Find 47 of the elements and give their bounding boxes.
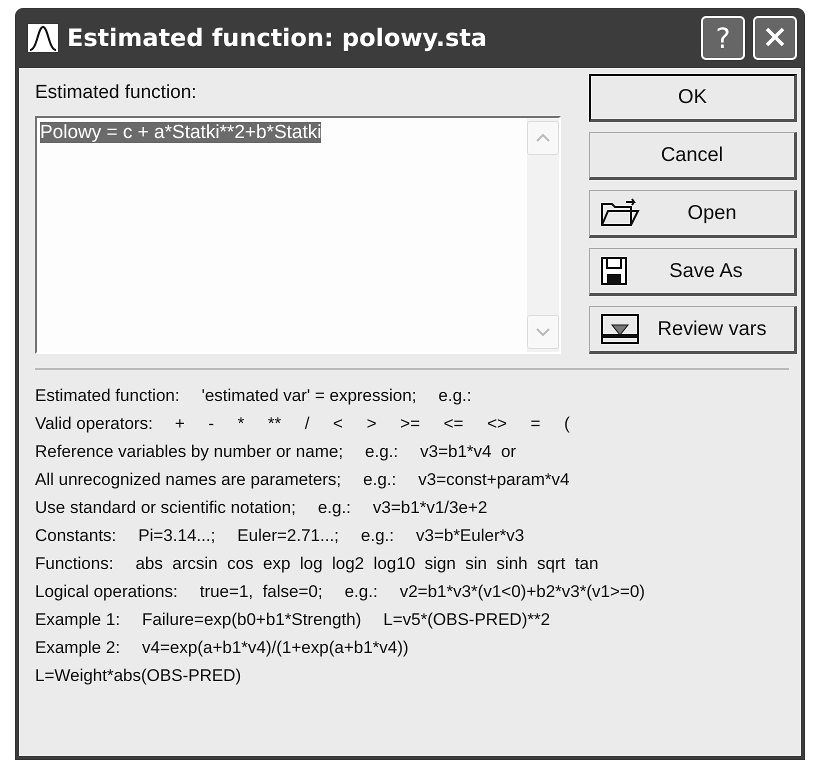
expression-field[interactable]: Polowy = c + a*Statki**2+b*Statki (35, 116, 561, 354)
close-button[interactable] (753, 16, 797, 60)
help-text: L=v5*(OBS-PRED)**2 (383, 610, 550, 630)
window-title: Estimated function: polowy.sta (67, 24, 488, 52)
help-text: Constants: (35, 526, 116, 546)
help-text: 'estimated var' = expression; (202, 386, 416, 406)
help-text: Example 1: (35, 610, 120, 630)
help-text: Estimated function: (35, 386, 180, 406)
help-text: v3=b1*v1/3e+2 (372, 498, 488, 518)
dialog-button[interactable]: Review vars (589, 306, 797, 354)
help-text: abs arcsin cos exp log log2 log10 sign sin sinh sqrt tan (135, 554, 598, 574)
help-text: e.g.: (360, 526, 394, 546)
help-text: e.g.: (318, 498, 351, 518)
folder-icon (600, 198, 640, 228)
help-text: e.g.: (363, 470, 396, 490)
help-text: v2=b1*v3*(v1<0)+b2*v3*(v1>=0) (400, 582, 645, 602)
help-text: e.g.: (344, 582, 378, 602)
help-text: e.g.: (438, 386, 472, 406)
help-text: + - * ** / < > >= <= <> = ( (174, 414, 570, 434)
dialog-button[interactable]: Cancel (589, 132, 797, 180)
help-text: Functions: (35, 554, 114, 574)
close-icon (764, 26, 786, 48)
scroll-up-icon[interactable] (527, 121, 559, 155)
dialog-button[interactable]: Open (589, 190, 797, 238)
help-text: Use standard or scientific notation; (35, 498, 296, 518)
help-text: All unrecognized names are parameters; (35, 470, 342, 490)
help-text: Reference variables by number or name; (35, 442, 344, 462)
help-button[interactable]: ? (701, 16, 745, 60)
help-text: Failure=exp(b0+b1*Strength) (142, 610, 362, 630)
help-text: v3=const+param*v4 (418, 470, 570, 490)
review-icon (600, 313, 640, 345)
help-text: Logical operations: (35, 582, 178, 602)
help-text: Example 2: (35, 638, 120, 658)
help-text: L=Weight*abs(OBS-PRED) (35, 666, 242, 686)
help-text: true=1, false=0; (200, 582, 323, 602)
help-text: e.g.: (365, 442, 398, 462)
dialog-button[interactable]: OK (589, 74, 797, 122)
help-text: Valid operators: (35, 414, 153, 434)
dialog-button[interactable]: Save As (589, 248, 797, 296)
help-text: v3=b1*v4 or (420, 442, 516, 462)
bell-curve-icon (27, 23, 59, 53)
scroll-down-icon[interactable] (527, 315, 559, 349)
help-text: v4=exp(a+b1*v4)/(1+exp(a+b1*v4)) (142, 638, 409, 658)
help-text: v3=b*Euler*v3 (416, 526, 524, 546)
field-label: Estimated function: (35, 82, 198, 104)
help-text: Euler=2.71...; (237, 526, 339, 546)
help-text: Pi=3.14...; (138, 526, 216, 546)
